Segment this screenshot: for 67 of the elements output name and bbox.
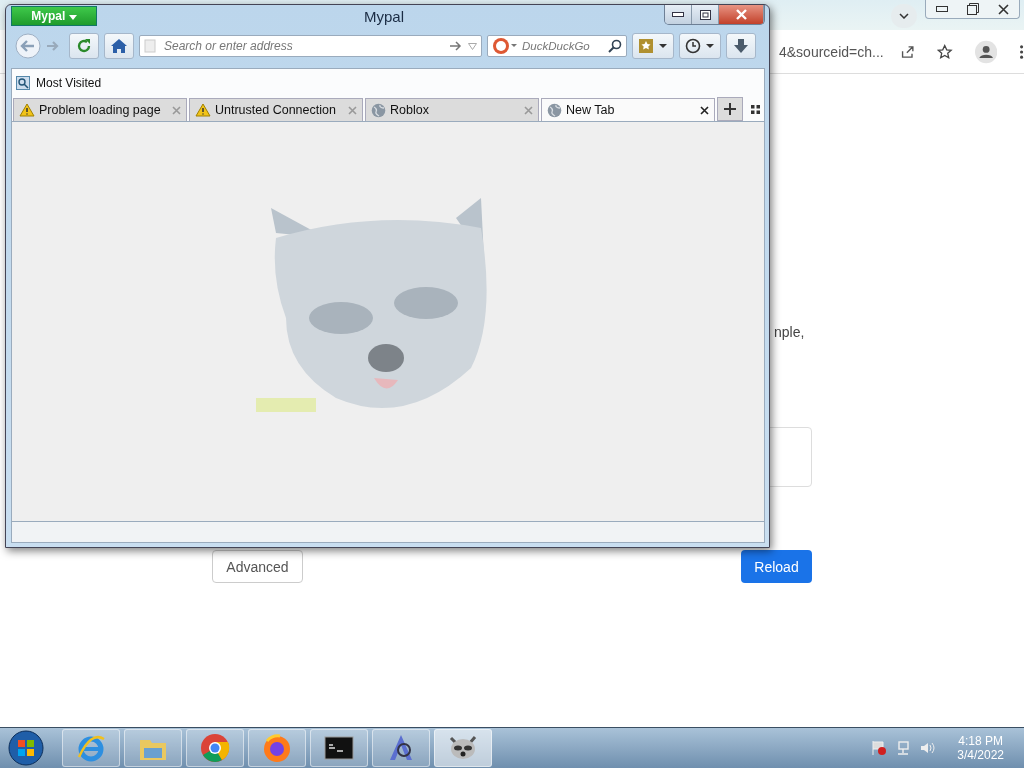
close-icon bbox=[735, 9, 747, 20]
history-button[interactable] bbox=[679, 33, 721, 59]
tab-title: New Tab bbox=[566, 103, 616, 117]
page-icon bbox=[144, 39, 156, 53]
profile-icon[interactable] bbox=[974, 38, 997, 65]
close-tab-icon[interactable] bbox=[700, 105, 709, 115]
bookmark-folder-icon bbox=[16, 76, 30, 90]
download-button[interactable] bbox=[726, 33, 756, 59]
browser-tab[interactable]: Roblox bbox=[365, 98, 539, 121]
browser-tab[interactable]: Untrusted Connection bbox=[189, 98, 363, 121]
tab-title: Roblox bbox=[390, 103, 430, 117]
tab-search-button[interactable] bbox=[891, 4, 917, 28]
minimize-button[interactable] bbox=[665, 5, 692, 24]
console-icon bbox=[324, 736, 354, 760]
star-icon[interactable] bbox=[937, 42, 953, 61]
search-icon[interactable] bbox=[608, 39, 622, 53]
menu-icon[interactable] bbox=[1018, 42, 1024, 61]
taskbar-app-button[interactable] bbox=[372, 729, 430, 767]
address-bar[interactable]: Search or enter address bbox=[139, 35, 482, 57]
grid-icon[interactable] bbox=[751, 105, 760, 114]
warning-icon bbox=[19, 103, 35, 117]
advanced-button[interactable]: Advanced bbox=[212, 550, 303, 583]
browser-tab[interactable]: Problem loading page bbox=[13, 98, 187, 121]
reload-button[interactable]: Reload bbox=[741, 550, 812, 583]
letter-e-icon bbox=[76, 733, 106, 763]
minimize-icon bbox=[935, 6, 948, 12]
reload-button[interactable] bbox=[69, 33, 99, 59]
search-bar[interactable]: DuckDuckGo bbox=[487, 35, 627, 57]
go-arrow-icon[interactable] bbox=[450, 41, 462, 51]
tab-title: Problem loading page bbox=[39, 103, 162, 117]
home-button[interactable] bbox=[104, 33, 134, 59]
page-text: nple, bbox=[774, 324, 806, 340]
window-title: Mypal bbox=[364, 8, 404, 25]
minimize-icon bbox=[672, 12, 684, 17]
restore-icon bbox=[966, 3, 979, 15]
address-field[interactable]: Search or enter address bbox=[162, 38, 444, 54]
taskbar-app-button[interactable] bbox=[310, 729, 368, 767]
clock-icon bbox=[685, 38, 715, 54]
tab-title: Untrusted Connection bbox=[215, 103, 337, 117]
reload-icon bbox=[76, 38, 92, 54]
flag-icon[interactable] bbox=[871, 740, 888, 756]
chrome-icon bbox=[200, 733, 230, 763]
bookmarks-button[interactable] bbox=[632, 33, 674, 59]
clock-date: 3/4/2022 bbox=[957, 748, 1004, 762]
clock-time: 4:18 PM bbox=[958, 734, 1003, 748]
new-tab-button[interactable] bbox=[717, 97, 743, 121]
close-icon bbox=[998, 3, 1009, 15]
address-text[interactable]: 4&sourceid=ch... bbox=[779, 43, 884, 60]
home-icon bbox=[110, 38, 128, 54]
caret-icon bbox=[68, 15, 77, 20]
taskbar-app-button[interactable] bbox=[434, 729, 492, 767]
plus-icon bbox=[724, 103, 736, 115]
browser-tab[interactable]: New Tab bbox=[541, 98, 715, 121]
chevron-down-icon bbox=[899, 13, 909, 19]
raccoon-icon bbox=[448, 734, 478, 762]
search-engine-icon[interactable] bbox=[492, 37, 518, 55]
bookmark-folder[interactable]: Most Visited bbox=[16, 76, 102, 90]
maximize-button[interactable] bbox=[692, 5, 719, 24]
globe-icon bbox=[547, 102, 562, 118]
start-button[interactable] bbox=[8, 730, 44, 766]
bookmark-star-icon bbox=[638, 38, 668, 54]
warning-icon bbox=[195, 103, 211, 117]
download-icon bbox=[733, 38, 749, 54]
close-button[interactable] bbox=[719, 5, 764, 24]
search-field[interactable]: DuckDuckGo bbox=[520, 39, 606, 53]
maximize-icon bbox=[699, 9, 711, 20]
globe-icon bbox=[371, 102, 386, 118]
